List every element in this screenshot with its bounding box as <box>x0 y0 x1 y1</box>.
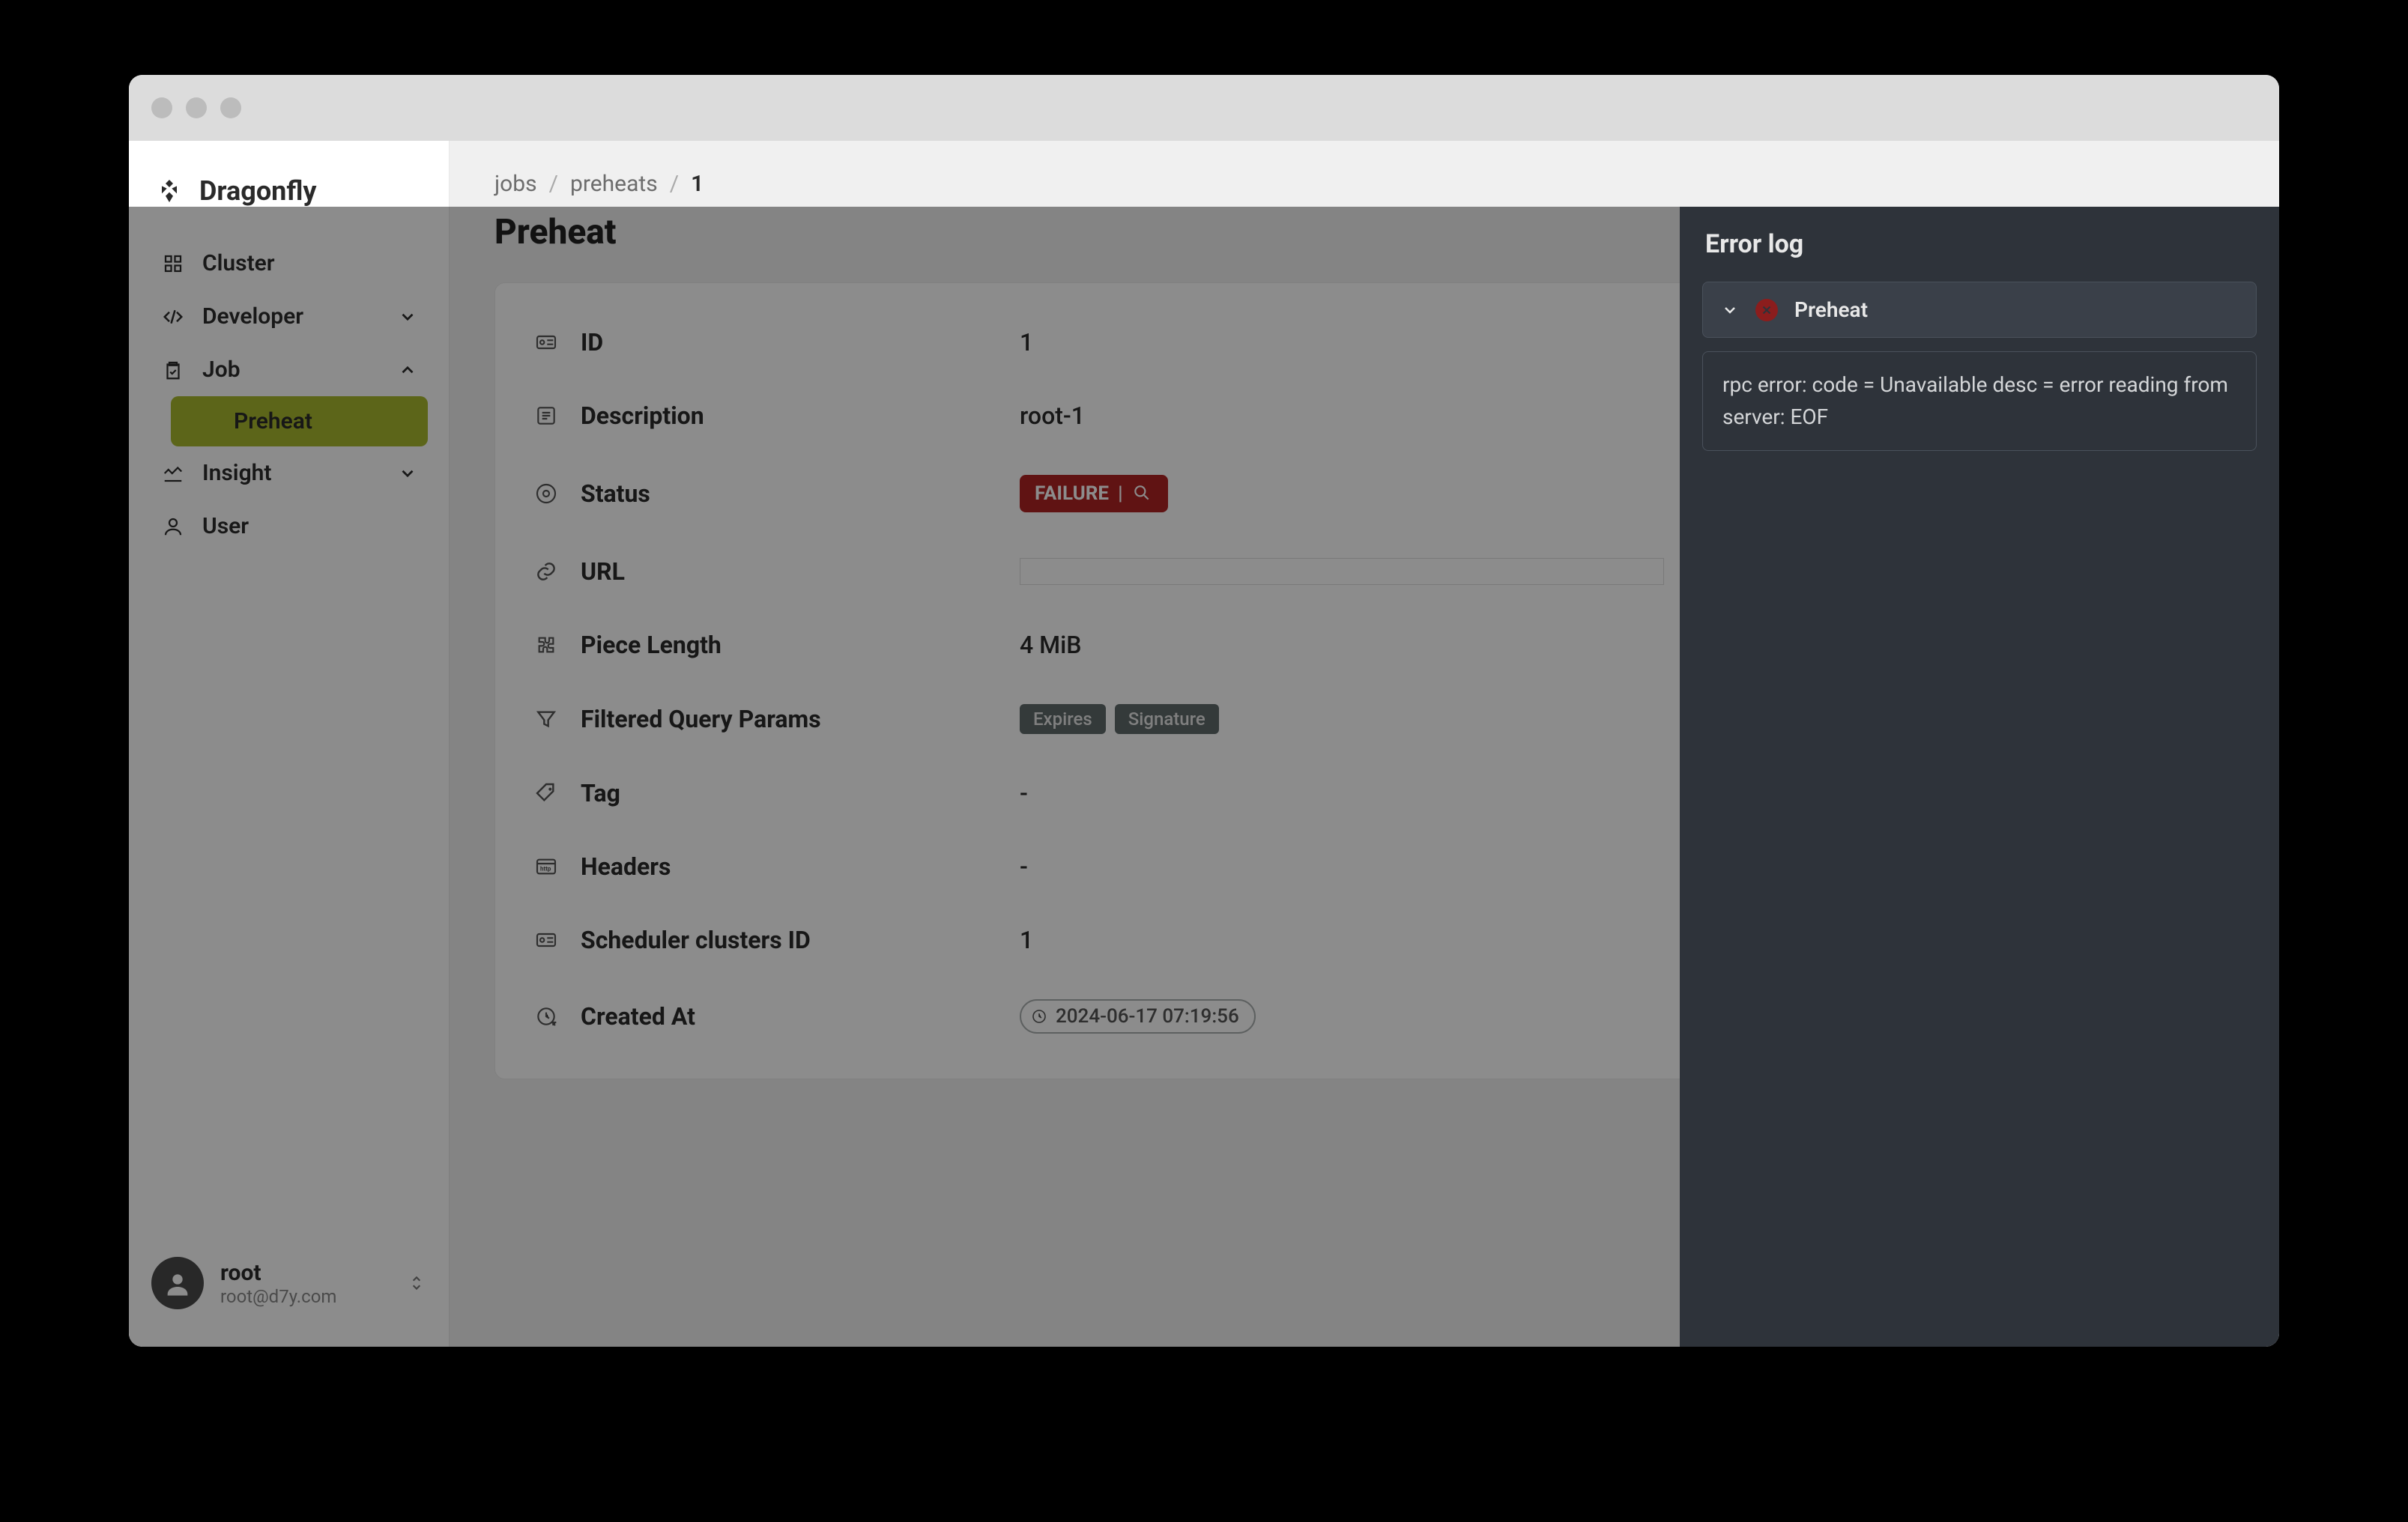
field-value: 4 MiB <box>1020 631 1081 659</box>
field-label: URL <box>581 557 625 586</box>
crumb-sep: / <box>670 171 679 197</box>
app-body: Dragonfly Cluster Developer <box>129 141 2279 1347</box>
headers-icon: http <box>533 853 560 880</box>
chevron-down-icon <box>398 464 417 483</box>
window: Dragonfly Cluster Developer <box>129 75 2279 1347</box>
sidebar-item-label: Job <box>202 357 241 383</box>
chevron-down-icon <box>1721 301 1739 319</box>
insight-icon <box>160 461 186 486</box>
logo-text: Dragonfly <box>199 175 317 207</box>
field-label: Description <box>581 401 704 430</box>
id-icon <box>533 329 560 356</box>
code-icon <box>160 304 186 330</box>
user-icon <box>160 514 186 539</box>
panel-title: Error log <box>1702 229 2257 259</box>
sidebar-item-label: Developer <box>202 303 303 330</box>
field-label: Filtered Query Params <box>581 705 821 733</box>
clipboard-icon <box>160 357 186 383</box>
description-icon <box>533 402 560 429</box>
traffic-close[interactable] <box>151 97 172 118</box>
field-label: Tag <box>581 779 620 807</box>
chip-signature: Signature <box>1115 704 1219 734</box>
panel-section-label: Preheat <box>1794 297 1868 322</box>
sidebar-item-preheat[interactable]: Preheat <box>171 396 428 446</box>
piece-icon <box>533 631 560 658</box>
clock-small-icon <box>1030 1007 1048 1025</box>
clock-icon <box>533 1003 560 1030</box>
nav: Cluster Developer Job <box>129 237 449 553</box>
breadcrumb: jobs / preheats / 1 <box>494 171 2234 197</box>
sidebar-item-user[interactable]: User <box>150 500 428 553</box>
sidebar-item-developer[interactable]: Developer <box>150 290 428 343</box>
crumb-preheats[interactable]: preheats <box>570 171 658 197</box>
timestamp-text: 2024-06-17 07:19:56 <box>1056 1005 1239 1028</box>
timestamp-pill: 2024-06-17 07:19:56 <box>1020 999 1256 1034</box>
chevron-down-icon <box>398 307 417 327</box>
sidebar-item-insight[interactable]: Insight <box>150 446 428 500</box>
field-label: Scheduler clusters ID <box>581 926 811 954</box>
sidebar-item-label: Preheat <box>234 408 312 434</box>
field-label: Piece Length <box>581 631 722 659</box>
sidebar-footer: root root@d7y.com <box>129 1242 449 1332</box>
field-value: - <box>1020 852 1028 881</box>
svg-text:http: http <box>540 865 551 872</box>
error-log-panel: Error log Preheat rpc error: code = Unav… <box>1680 207 2279 1347</box>
user-email: root@d7y.com <box>220 1286 336 1307</box>
magnify-icon <box>1132 483 1153 504</box>
user-info: root root@d7y.com <box>220 1260 336 1307</box>
sidebar-item-label: Cluster <box>202 250 275 276</box>
sidebar-item-job[interactable]: Job <box>150 343 428 396</box>
dragonfly-icon <box>154 176 184 206</box>
crumb-jobs[interactable]: jobs <box>494 171 537 197</box>
filter-icon <box>533 706 560 733</box>
field-label: Headers <box>581 852 671 881</box>
logo[interactable]: Dragonfly <box>129 162 449 237</box>
error-icon <box>1755 299 1778 321</box>
field-value: root-1 <box>1020 401 1085 430</box>
field-label: Status <box>581 479 650 508</box>
traffic-minimize[interactable] <box>186 97 207 118</box>
field-label: Created At <box>581 1002 695 1031</box>
sidebar-item-label: User <box>202 513 249 539</box>
status-icon <box>533 480 560 507</box>
sidebar-item-cluster[interactable]: Cluster <box>150 237 428 290</box>
user-name: root <box>220 1260 336 1286</box>
chevron-up-icon <box>398 360 417 380</box>
tag-icon <box>533 780 560 807</box>
field-value: 1 <box>1020 926 1033 954</box>
traffic-zoom[interactable] <box>220 97 241 118</box>
field-value: - <box>1020 779 1028 807</box>
panel-section-header[interactable]: Preheat <box>1702 282 2257 338</box>
status-sep: | <box>1118 482 1123 505</box>
updown-icon[interactable] <box>407 1273 426 1293</box>
sidebar: Dragonfly Cluster Developer <box>129 141 450 1347</box>
link-icon <box>533 558 560 585</box>
crumb-current: 1 <box>691 171 704 197</box>
status-text: FAILURE <box>1035 482 1109 505</box>
field-value: 1 <box>1020 328 1033 357</box>
field-label: ID <box>581 328 603 357</box>
sidebar-item-label: Insight <box>202 460 272 486</box>
url-redacted <box>1020 558 1664 585</box>
cluster-icon <box>160 251 186 276</box>
titlebar <box>129 75 2279 141</box>
panel-message: rpc error: code = Unavailable desc = err… <box>1702 351 2257 451</box>
status-badge[interactable]: FAILURE | <box>1020 475 1168 512</box>
crumb-sep: / <box>549 171 558 197</box>
avatar[interactable] <box>151 1257 204 1309</box>
chip-expires: Expires <box>1020 704 1106 734</box>
id-icon <box>533 927 560 953</box>
